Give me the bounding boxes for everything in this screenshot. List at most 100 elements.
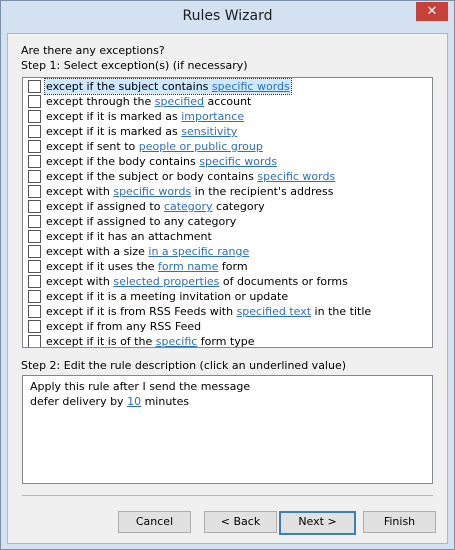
exception-text: except if the subject or body contains s…: [45, 169, 336, 184]
exception-item[interactable]: except if sent to people or public group: [25, 139, 430, 154]
exception-item[interactable]: except if it has an attachment: [25, 229, 430, 244]
exception-text: except if assigned to any category: [45, 214, 237, 229]
exception-value-link[interactable]: selected properties: [113, 275, 219, 288]
exception-checkbox[interactable]: [28, 140, 41, 153]
exception-value-link[interactable]: specified text: [237, 305, 311, 318]
exception-checkbox[interactable]: [28, 95, 41, 108]
exception-item[interactable]: except if it is marked as sensitivity: [25, 124, 430, 139]
exception-item[interactable]: except through the specified account: [25, 94, 430, 109]
exception-item[interactable]: except if it is marked as importance: [25, 109, 430, 124]
exception-label: except if it is from RSS Feeds with: [46, 305, 237, 318]
exception-label: except if the body contains: [46, 155, 200, 168]
exception-checkbox[interactable]: [28, 245, 41, 258]
exception-value-link[interactable]: specific words: [212, 80, 290, 93]
exception-value-link[interactable]: specific: [156, 335, 198, 347]
defer-minutes-link[interactable]: 10: [127, 395, 141, 408]
exception-checkbox[interactable]: [28, 80, 41, 93]
exception-text: except if sent to people or public group: [45, 139, 264, 154]
exception-label: form: [218, 260, 248, 273]
exception-checkbox[interactable]: [28, 335, 41, 347]
exception-item[interactable]: except if it is a meeting invitation or …: [25, 289, 430, 304]
exception-label: except with: [46, 275, 114, 288]
exception-text: except if assigned to category category: [45, 199, 266, 214]
exception-label: except if assigned to any category: [46, 215, 237, 228]
exception-item[interactable]: except if from any RSS Feed: [25, 319, 430, 334]
exception-label: except if it is marked as: [46, 125, 182, 138]
exceptions-list[interactable]: except if the subject contains specific …: [22, 77, 433, 348]
step1-label: Step 1: Select exception(s) (if necessar…: [21, 59, 248, 72]
exception-checkbox[interactable]: [28, 125, 41, 138]
exception-item[interactable]: except with specific words in the recipi…: [25, 184, 430, 199]
close-icon: ✕: [426, 4, 438, 19]
defer-text-prefix: defer delivery by: [30, 395, 128, 408]
exception-value-link[interactable]: category: [164, 200, 213, 213]
exception-text: except with a size in a specific range: [45, 244, 250, 259]
rule-description-box: Apply this rule after I send the message…: [22, 375, 433, 484]
exception-value-link[interactable]: specific words: [199, 155, 277, 168]
button-separator: [22, 495, 433, 496]
exception-value-link[interactable]: in a specific range: [148, 245, 249, 258]
exception-checkbox[interactable]: [28, 215, 41, 228]
exception-value-link[interactable]: form name: [158, 260, 218, 273]
finish-button[interactable]: Finish: [363, 511, 436, 533]
description-line-1: Apply this rule after I send the message: [30, 380, 251, 393]
exception-checkbox[interactable]: [28, 185, 41, 198]
title-bar[interactable]: Rules Wizard ✕: [1, 1, 454, 33]
exception-text: except if from any RSS Feed: [45, 319, 202, 334]
exception-label: account: [204, 95, 252, 108]
exception-label: except if sent to: [46, 140, 139, 153]
rules-wizard-window: Rules Wizard ✕ Are there any exceptions?…: [0, 0, 455, 550]
defer-text-suffix: minutes: [141, 395, 190, 408]
exception-checkbox[interactable]: [28, 275, 41, 288]
exception-checkbox[interactable]: [28, 260, 41, 273]
exception-value-link[interactable]: specific words: [113, 185, 191, 198]
exception-item[interactable]: except if the subject contains specific …: [25, 78, 430, 95]
exception-checkbox[interactable]: [28, 290, 41, 303]
exception-value-link[interactable]: importance: [181, 110, 244, 123]
exception-checkbox[interactable]: [28, 230, 41, 243]
exception-text: except through the specified account: [45, 94, 252, 109]
exception-value-link[interactable]: sensitivity: [181, 125, 237, 138]
exception-text: except if it is marked as sensitivity: [45, 124, 238, 139]
exception-item[interactable]: except with selected properties of docum…: [25, 274, 430, 289]
exception-item[interactable]: except if it is of the specific form typ…: [25, 334, 430, 347]
close-button[interactable]: ✕: [416, 2, 448, 21]
exception-item[interactable]: except if assigned to category category: [25, 199, 430, 214]
exception-text: except if it is from RSS Feeds with spec…: [45, 304, 372, 319]
exception-checkbox[interactable]: [28, 110, 41, 123]
exception-label: category: [212, 200, 265, 213]
exceptions-question: Are there any exceptions?: [21, 44, 165, 57]
exception-label: of documents or forms: [219, 275, 348, 288]
exception-checkbox[interactable]: [28, 170, 41, 183]
exception-text: except if it is marked as importance: [45, 109, 245, 124]
exception-value-link[interactable]: specific words: [257, 170, 335, 183]
exception-item[interactable]: except if the subject or body contains s…: [25, 169, 430, 184]
exception-label: except through the: [46, 95, 155, 108]
exception-item[interactable]: except with a size in a specific range: [25, 244, 430, 259]
exception-text: except if the body contains specific wor…: [45, 154, 278, 169]
exception-label: except if it has an attachment: [46, 230, 212, 243]
exception-item[interactable]: except if assigned to any category: [25, 214, 430, 229]
cancel-button[interactable]: Cancel: [118, 511, 191, 533]
exception-item[interactable]: except if it is from RSS Feeds with spec…: [25, 304, 430, 319]
exception-checkbox[interactable]: [28, 155, 41, 168]
exception-text: except with specific words in the recipi…: [45, 184, 334, 199]
exception-label: except if it uses the: [46, 260, 159, 273]
next-button[interactable]: Next >: [279, 511, 356, 535]
exception-checkbox[interactable]: [28, 200, 41, 213]
exception-label: except if the subject contains: [46, 80, 212, 93]
exception-label: except if it is a meeting invitation or …: [46, 290, 289, 303]
exception-text: except if it uses the form name form: [45, 259, 249, 274]
exception-label: in the title: [311, 305, 372, 318]
wizard-content: Are there any exceptions? Step 1: Select…: [7, 33, 448, 544]
exception-item[interactable]: except if the body contains specific wor…: [25, 154, 430, 169]
exception-label: except if from any RSS Feed: [46, 320, 202, 333]
back-button[interactable]: < Back: [204, 511, 277, 533]
exception-value-link[interactable]: people or public group: [139, 140, 263, 153]
exception-checkbox[interactable]: [28, 305, 41, 318]
description-line-2: defer delivery by 10 minutes: [30, 395, 189, 408]
exception-checkbox[interactable]: [28, 320, 41, 333]
window-title: Rules Wizard: [182, 8, 273, 24]
exception-value-link[interactable]: specified: [155, 95, 204, 108]
exception-item[interactable]: except if it uses the form name form: [25, 259, 430, 274]
